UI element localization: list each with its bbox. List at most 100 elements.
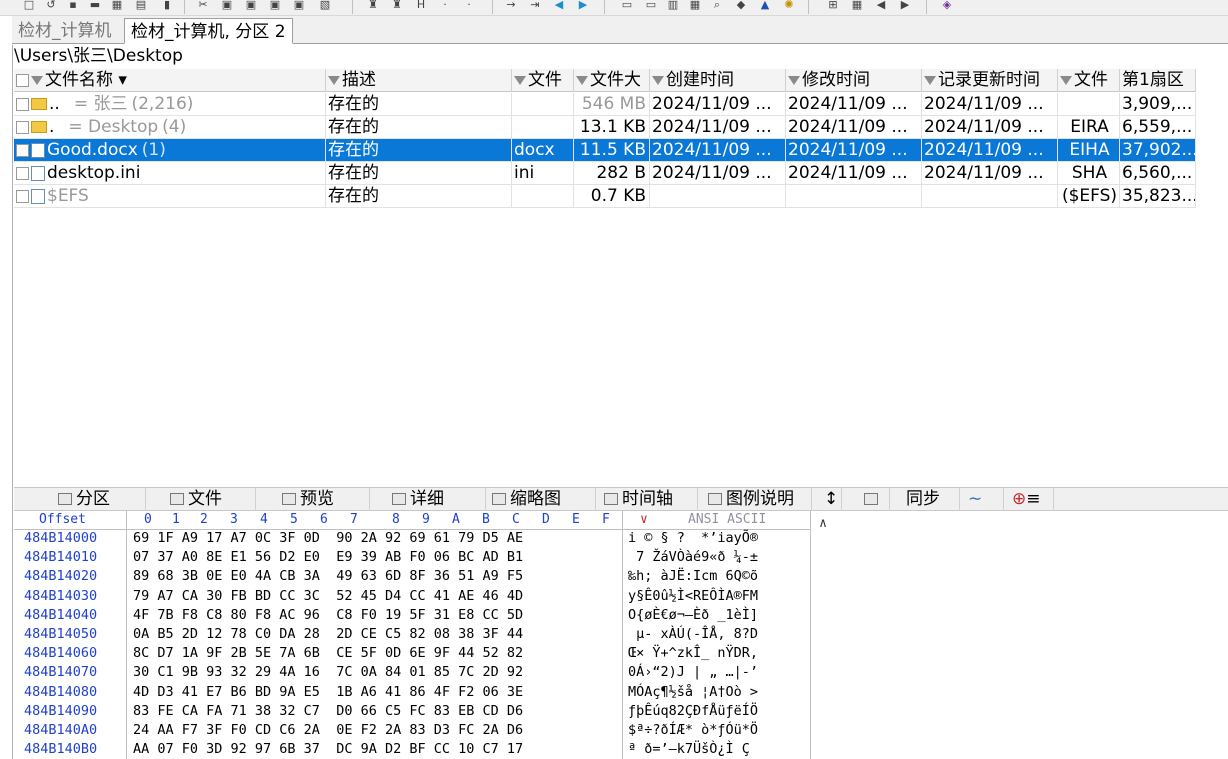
tree-icon[interactable]: ⊞ [826, 0, 840, 12]
export-icon[interactable]: ▮ [160, 0, 174, 12]
back-icon[interactable]: ◀ [552, 0, 566, 12]
toggle-view-button[interactable] [860, 488, 890, 511]
search-icon[interactable]: ⌕ [710, 0, 724, 12]
clipboard-icon[interactable]: ▤ [134, 0, 148, 12]
hex-column-label: E [572, 512, 580, 527]
hex-dropdown-icon[interactable]: ∨ [640, 511, 648, 529]
settings-icon[interactable]: ✺ [782, 0, 796, 12]
filter-icon[interactable] [1060, 75, 1072, 85]
filter-icon[interactable] [576, 75, 588, 85]
sync-button[interactable]: 同步 [902, 488, 960, 511]
find-prev-icon[interactable]: · [462, 0, 476, 12]
row-checkbox[interactable] [16, 120, 29, 134]
table-row[interactable]: . = Desktop (4) 存在的 13.1 KB 2024/11/09 ... 202… [14, 116, 1196, 139]
vertical-resize-icon: ↕ [824, 489, 839, 509]
column-file-attr[interactable]: 文件 [1058, 69, 1120, 92]
table-row[interactable]: $EFS 存在的 0.7 KB ($EFS) 35,823... [14, 185, 1196, 208]
properties-icon[interactable]: ▦ [110, 0, 124, 12]
tab-evidence-computer[interactable]: 检材_计算机 [12, 18, 118, 44]
row-checkbox[interactable] [16, 143, 29, 157]
find-icon[interactable]: ♜ [366, 0, 380, 12]
cut-icon[interactable]: ✂ [196, 0, 210, 12]
find-hex-icon[interactable]: H [414, 0, 428, 12]
cell-record [922, 185, 1058, 208]
column-filename[interactable]: 文件名称 ▾ [14, 69, 326, 92]
goto-sector-icon[interactable]: ⇥ [528, 0, 542, 12]
column-created[interactable]: 创建时间 [650, 69, 786, 92]
open-disk-icon[interactable]: ▭ [644, 0, 658, 12]
chart-icon[interactable]: ▲ [758, 0, 772, 12]
resize-handle[interactable]: ↕ [820, 488, 842, 511]
find-next-icon[interactable]: · [438, 0, 452, 12]
hex-row[interactable]: 484B14040 4F 7B F8 C8 80 F8 AC 96 C8 F0 1… [14, 606, 834, 625]
cell-size: 0.7 KB [574, 185, 650, 208]
tab-evidence-partition-2[interactable]: 检材_计算机, 分区 2 [124, 18, 293, 44]
target-button[interactable]: ⊕≡ [1008, 488, 1054, 511]
filter-icon[interactable] [652, 75, 664, 85]
column-description[interactable]: 描述 [326, 69, 512, 92]
calculator-icon[interactable]: ▦ [688, 0, 702, 12]
table-icon[interactable]: ▦ [850, 0, 864, 12]
fill-icon[interactable]: ▧ [318, 0, 332, 12]
copy-icon[interactable]: ▣ [220, 0, 234, 12]
case-book-icon[interactable]: ◈ [940, 0, 954, 12]
hex-row[interactable]: 484B14070 30 C1 9B 93 32 29 4A 16 7C 0A 8… [14, 663, 834, 682]
table-row[interactable]: .. = 张三 (2,216) 存在的 546 MB 2024/11/09 ... 2024… [14, 93, 1196, 116]
tab-partition[interactable]: 分区 [54, 488, 146, 511]
forward-icon[interactable]: ▶ [576, 0, 590, 12]
find-replace-icon[interactable]: ♜ [390, 0, 404, 12]
hex-row[interactable]: 484B14090 83 FE CA FA 71 38 32 C7 D0 66 C… [14, 702, 834, 721]
analyze-icon[interactable]: ◆ [734, 0, 748, 12]
row-checkbox[interactable] [16, 189, 29, 203]
row-checkbox[interactable] [16, 166, 29, 180]
goto-offset-icon[interactable]: → [504, 0, 518, 12]
hex-editor[interactable]: Offset 0123456789ABCDEF ∨ ANSI ASCII ∧ 4… [14, 511, 834, 759]
table-row[interactable]: desktop.ini 存在的 ini 282 B 2024/11/09 ... 2024… [14, 162, 1196, 185]
column-record-updated[interactable]: 记录更新时间 [922, 69, 1058, 92]
tab-file[interactable]: 文件 [166, 488, 256, 511]
open-icon[interactable]: ↺ [44, 0, 58, 12]
wave-button[interactable]: ∼ [964, 488, 1004, 511]
tab-details[interactable]: 详细 [388, 488, 486, 511]
ram-icon[interactable]: ▥ [666, 0, 680, 12]
file-name-cell[interactable]: .. = 张三 (2,216) [14, 93, 326, 116]
hex-row[interactable]: 484B140A0 24 AA F7 3F F0 CD C6 2A 0E F2 2… [14, 721, 834, 740]
hex-row[interactable]: 484B14010 07 37 A0 8E E1 56 D2 E0 E9 39 A… [14, 548, 834, 567]
hex-row[interactable]: 484B14030 79 A7 CA 30 FB BD CC 3C 52 45 D… [14, 587, 834, 606]
hex-row[interactable]: 484B14020 89 68 3B 0E E0 4A CB 3A 49 63 6… [14, 567, 834, 586]
hex-row[interactable]: 484B14050 0A B5 2D 12 78 C0 DA 28 2D CE C… [14, 625, 834, 644]
column-first-sector[interactable]: 第1扇区 [1120, 69, 1196, 92]
file-name-cell[interactable]: Good.docx (1) [14, 139, 326, 162]
hex-row[interactable]: 484B14080 4D D3 41 E7 B6 BD 9A E5 1B A6 4… [14, 683, 834, 702]
filter-icon[interactable] [328, 75, 340, 85]
disk-icon[interactable]: ▭ [620, 0, 634, 12]
file-name-cell[interactable]: . = Desktop (4) [14, 116, 326, 139]
save-icon[interactable]: ▪ [66, 0, 80, 12]
new-file-icon[interactable]: □ [22, 0, 36, 12]
nav-back-icon[interactable]: ◀ [874, 0, 888, 12]
tab-preview[interactable]: 预览 [278, 488, 370, 511]
hex-row[interactable]: 484B14000 69 1F A9 17 A7 0C 3F 0D 90 2A 9… [14, 529, 834, 548]
column-file-size[interactable]: 文件大 [574, 69, 650, 92]
tab-timeline[interactable]: 时间轴 [600, 488, 698, 511]
tab-legend[interactable]: 图例说明 [704, 488, 812, 511]
paste-special-icon[interactable]: ▣ [268, 0, 282, 12]
file-name-cell[interactable]: $EFS [14, 185, 326, 208]
filter-icon[interactable] [788, 75, 800, 85]
filter-icon[interactable] [924, 75, 936, 85]
print-icon[interactable]: ▬ [88, 0, 102, 12]
select-all-checkbox[interactable] [16, 73, 29, 87]
filter-icon[interactable] [31, 75, 43, 85]
row-checkbox[interactable] [16, 97, 29, 111]
table-row[interactable]: Good.docx (1) 存在的 docx 11.5 KB 2024/11/09 ...… [14, 139, 1196, 162]
filter-icon[interactable] [514, 75, 526, 85]
column-file-ext[interactable]: 文件 [512, 69, 574, 92]
clone-icon[interactable]: ▣ [292, 0, 306, 12]
hex-row[interactable]: 484B140B0 AA 07 F0 3D 92 97 6B 37 DC 9A D… [14, 740, 834, 759]
nav-forward-icon[interactable]: ▶ [898, 0, 912, 12]
hex-row[interactable]: 484B14060 8C D7 1A 9F 2B 5E 7A 6B CE 5F 0… [14, 644, 834, 663]
file-name-cell[interactable]: desktop.ini [14, 162, 326, 185]
column-modified[interactable]: 修改时间 [786, 69, 922, 92]
tab-thumbnails[interactable]: 缩略图 [488, 488, 596, 511]
paste-icon[interactable]: ▣ [244, 0, 258, 12]
